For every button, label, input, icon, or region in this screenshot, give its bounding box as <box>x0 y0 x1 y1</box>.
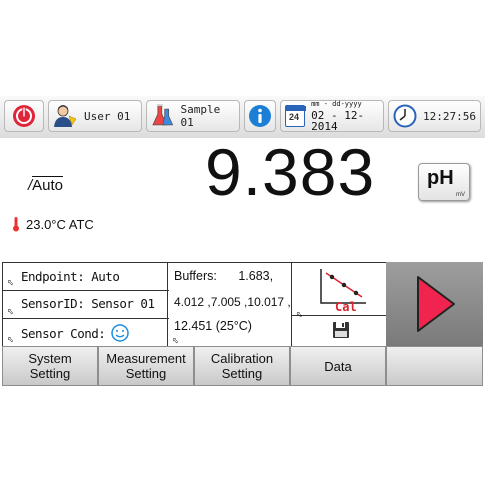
buffers-label: Buffers: <box>174 269 217 283</box>
data-button[interactable]: Data <box>290 346 386 386</box>
time-label: 12:27:56 <box>423 109 476 123</box>
divider <box>292 315 387 316</box>
unit-toggle-button[interactable]: pH mV <box>418 163 470 201</box>
bottom-navigation: System Setting Measurement Setting Calib… <box>0 346 485 386</box>
system-setting-button[interactable]: System Setting <box>2 346 98 386</box>
start-measurement-button[interactable] <box>386 262 483 346</box>
smiley-icon <box>111 324 130 342</box>
user-button[interactable]: User 01 <box>48 100 142 132</box>
power-icon <box>13 105 35 127</box>
sample-label: Sample 01 <box>180 103 221 129</box>
date-button[interactable]: 24 mm - dd-yyyy 02 - 12-2014 <box>280 100 384 132</box>
user-label: User 01 <box>84 109 131 123</box>
measurement-setting-label: Measurement Setting <box>106 351 186 381</box>
clock-icon <box>393 104 417 128</box>
empty-nav-button[interactable] <box>386 346 483 386</box>
info-icon <box>249 105 271 127</box>
buffers-first-value: 1.683, <box>238 269 274 283</box>
date-format: mm - dd-yyyy <box>311 99 362 108</box>
power-button[interactable] <box>4 100 44 132</box>
endpoint-mode: /Auto <box>28 176 64 194</box>
calibration-setting-label: Calibration Setting <box>210 351 274 381</box>
time-button[interactable]: 12:27:56 <box>388 100 481 132</box>
divider <box>3 318 169 319</box>
unit-label: pH <box>427 167 454 189</box>
sensor-cond-label: Sensor Cond: <box>21 325 106 341</box>
top-toolbar: User 01 Sample 01 24 mm - dd-yyyy 02 - 1… <box>0 96 485 139</box>
buffers-line-2: 4.012 ,7.005 ,10.017 , <box>174 295 291 309</box>
endpoint-info: Endpoint: Auto <box>21 269 120 284</box>
save-icon[interactable] <box>332 321 350 339</box>
thermometer-icon <box>13 217 19 232</box>
play-icon <box>417 276 455 332</box>
temperature-label: 23.0°C ATC <box>26 216 94 232</box>
ph-reading: 9.383 <box>205 135 376 209</box>
corner-arrow-icon: ⬁ <box>296 310 303 319</box>
divider <box>3 290 169 291</box>
calendar-icon: 24 <box>285 105 306 127</box>
user-icon <box>54 105 77 127</box>
info-button[interactable] <box>244 100 276 132</box>
calibration-setting-button[interactable]: Calibration Setting <box>194 346 290 386</box>
calibration-cell[interactable]: Cal ⬁ <box>292 263 387 347</box>
cal-label: Cal <box>335 300 357 314</box>
corner-arrow-icon: ⬁ <box>7 278 14 287</box>
temperature-display: 23.0°C ATC <box>12 216 94 232</box>
sensor-id-info: SensorID: Sensor 01 <box>21 296 155 311</box>
data-label: Data <box>324 358 352 374</box>
corner-arrow-icon: ⬁ <box>7 335 14 344</box>
mode-label: Auto <box>32 176 64 194</box>
system-setting-label: System Setting <box>28 351 72 381</box>
buffers-line-1: Buffers: 1.683, <box>174 269 273 283</box>
sensor-info-cell[interactable]: ⬁ Endpoint: Auto ⬁ SensorID: Sensor 01 ⬁… <box>2 263 169 347</box>
sensor-cond-info: Sensor Cond: <box>21 324 130 342</box>
sample-button[interactable]: Sample 01 <box>146 100 240 132</box>
buffers-line-3: 12.451 (25°C) <box>174 319 252 333</box>
measurement-setting-button[interactable]: Measurement Setting <box>98 346 194 386</box>
corner-arrow-icon: ⬁ <box>172 336 179 345</box>
flask-icon <box>152 104 174 126</box>
secondary-unit-label: mV <box>456 192 465 198</box>
date-value: 02 - 12-2014 <box>311 108 365 133</box>
calendar-day: 24 <box>289 112 300 122</box>
corner-arrow-icon: ⬁ <box>7 307 14 316</box>
buffers-cell[interactable]: Buffers: 1.683, 4.012 ,7.005 ,10.017 , 1… <box>168 263 292 347</box>
